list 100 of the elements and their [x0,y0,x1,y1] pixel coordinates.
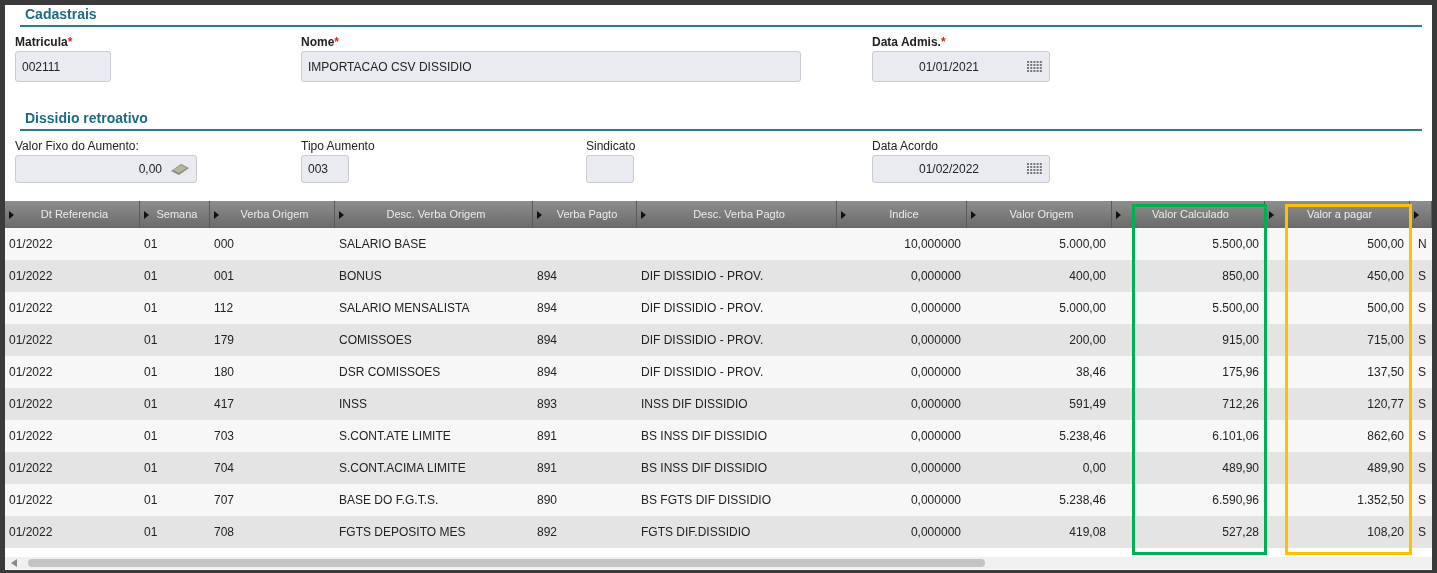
table-cell-text: 891 [536,428,559,445]
table-cell-text: 01/2022 [8,524,54,541]
table-cell-text: 01/2022 [8,428,54,445]
left-arrow-icon[interactable] [11,559,17,567]
input-field[interactable]: IMPORTACAO CSV DISSIDIO [301,51,801,82]
triangle-icon[interactable] [339,210,344,219]
table-cell-text: 01/2022 [8,332,54,349]
table-row[interactable]: 01/2022 01 179 COMISSOES 894 DIF DISSIDIO - PROV. 0,000000 200,00 915,00 715,00 S [5,324,1432,356]
table-cell-text: 01 [143,492,159,509]
input-field[interactable]: 003 [301,155,349,183]
table-cell-text: 450,00 [1366,268,1405,285]
field-label: Data Acordo [872,139,940,153]
table-cell-text: 890 [536,492,559,509]
table-cell-text: 489,90 [1221,460,1260,477]
table-cell-text: S [1417,492,1427,509]
table-cell-text: 108,20 [1366,524,1405,541]
table-cell-text: 0,000000 [909,492,962,509]
triangle-icon[interactable] [537,210,542,219]
table-cell-text: SALARIO MENSALISTA [338,300,471,317]
table-cell-text: COMISSOES [338,332,413,349]
table-cell-text: 112 [213,300,235,317]
triangle-icon[interactable] [971,210,976,219]
table-cell-text: 01 [143,364,159,381]
calendar-icon[interactable] [1027,60,1043,73]
table-cell-text: 862,60 [1366,428,1405,445]
table-cell-text: 01 [143,524,159,541]
triangle-icon[interactable] [9,210,14,219]
table-row[interactable]: 01/2022 01 708 FGTS DEPOSITO MES 892 FGTS DIF.DISSIDIO 0,000000 419,08 527,28 108,20 S [5,516,1432,548]
table-cell-text: 500,00 [1366,236,1405,253]
table-cell-text: 0,000000 [909,268,962,285]
table-cell-text: BS INSS DIF DISSIDIO [640,428,769,445]
table-cell-text: 5.000,00 [1058,300,1107,317]
table-cell-text: 01/2022 [8,460,54,477]
table-cell-text: 400,00 [1068,268,1107,285]
table-cell-text: 01/2022 [8,364,54,381]
table-cell-text: 489,90 [1366,460,1405,477]
table-cell-text: 894 [536,300,559,317]
table-cell-text: 01/2022 [8,492,54,509]
table-cell-text: 0,000000 [909,332,962,349]
table-cell-text: 0,000000 [909,428,962,445]
input-field[interactable] [586,155,634,183]
table-cell-text: 01 [143,300,159,317]
table-cell-text: 001 [213,268,236,285]
table-cell-text: 0,000000 [909,300,962,317]
triangle-icon[interactable] [1414,210,1419,219]
input-field[interactable]: 002111 [15,51,111,82]
table-cell-text: S [1417,460,1427,477]
table-cell-text: S.CONT.ATE LIMITE [338,428,452,445]
table-cell-text: 01/2022 [8,300,54,317]
table-cell-text: 707 [213,492,236,509]
triangle-icon[interactable] [1269,210,1274,219]
table-cell-text: BS INSS DIF DISSIDIO [640,460,769,477]
table-row[interactable]: 01/2022 01 704 S.CONT.ACIMA LIMITE 891 BS INSS DIF DISSIDIO 0,000000 0,00 489,90 489,90 S [5,452,1432,484]
table-cell-text: S [1417,396,1427,413]
table-row[interactable]: 01/2022 01 707 BASE DO F.G.T.S. 890 BS FGTS DIF DISSIDIO 0,000000 5.238,46 6.590,96 1.352,50 S [5,484,1432,516]
table-row[interactable]: 01/2022 01 703 S.CONT.ATE LIMITE 891 BS INSS DIF DISSIDIO 0,000000 5.238,46 6.101,06 862,60 S [5,420,1432,452]
table-cell-text: 10,000000 [903,236,962,253]
table-cell-text: 894 [536,364,559,381]
table-cell-text: N [1417,236,1428,253]
table-cell-text: 0,000000 [909,396,962,413]
section-title: Dissidio retroativo [24,109,149,127]
table-cell-text: 417 [213,396,236,413]
table-cell-text: 6.101,06 [1211,428,1260,445]
table-cell-text: S [1417,428,1427,445]
table-cell-text: 708 [213,524,236,541]
table-row[interactable]: 01/2022 01 000 SALARIO BASE 10,000000 5.000,00 5.500,00 500,00 N [5,228,1432,260]
table-row[interactable]: 01/2022 01 001 BONUS 894 DIF DISSIDIO - PROV. 0,000000 400,00 850,00 450,00 S [5,260,1432,292]
table-cell-text: 419,08 [1068,524,1107,541]
table-cell-text: 0,00 [1081,460,1107,477]
table-cell-text: FGTS DIF.DISSIDIO [640,524,752,541]
table-cell-text: 01 [143,396,159,413]
table-cell-text: BASE DO F.G.T.S. [338,492,440,509]
triangle-icon[interactable] [1116,210,1121,219]
table-row[interactable]: 01/2022 01 112 SALARIO MENSALISTA 894 DIF DISSIDIO - PROV. 0,000000 5.000,00 5.500,00 500,00 S [5,292,1432,324]
table-cell-text: 850,00 [1221,268,1260,285]
scrollbar-thumb[interactable] [28,559,985,567]
triangle-icon[interactable] [214,210,219,219]
date-field[interactable]: 01/02/2022 [872,155,1050,183]
triangle-icon[interactable] [641,210,646,219]
table-cell-text: S [1417,300,1427,317]
triangle-icon[interactable] [841,210,846,219]
section-title: Cadastrais [24,5,98,23]
field-label: Valor Fixo do Aumento: [15,139,140,153]
table-cell-text: 5.000,00 [1058,236,1107,253]
table-cell-text: 180 [213,364,236,381]
table-row[interactable]: 01/2022 01 180 DSR COMISSOES 894 DIF DISSIDIO - PROV. 0,000000 38,46 175,96 137,50 S [5,356,1432,388]
table-cell-text: 5.238,46 [1058,492,1107,509]
field-label: Sindicato [586,139,636,153]
table-cell-text: 0,000000 [909,364,962,381]
table-cell-text: 01/2022 [8,396,54,413]
money-icon[interactable] [170,162,190,176]
table-row[interactable]: 01/2022 01 417 INSS 893 INSS DIF DISSIDIO 0,000000 591,49 712,26 120,77 S [5,388,1432,420]
input-field[interactable]: 0,00 [15,155,197,183]
table-cell-text: 915,00 [1221,332,1260,349]
date-field[interactable]: 01/01/2021 [872,51,1050,82]
table-cell-text: 200,00 [1068,332,1107,349]
table-cell-text: 000 [213,236,236,253]
calendar-icon[interactable] [1027,163,1043,175]
table-cell-text: 01 [143,428,159,445]
triangle-icon[interactable] [144,210,149,219]
